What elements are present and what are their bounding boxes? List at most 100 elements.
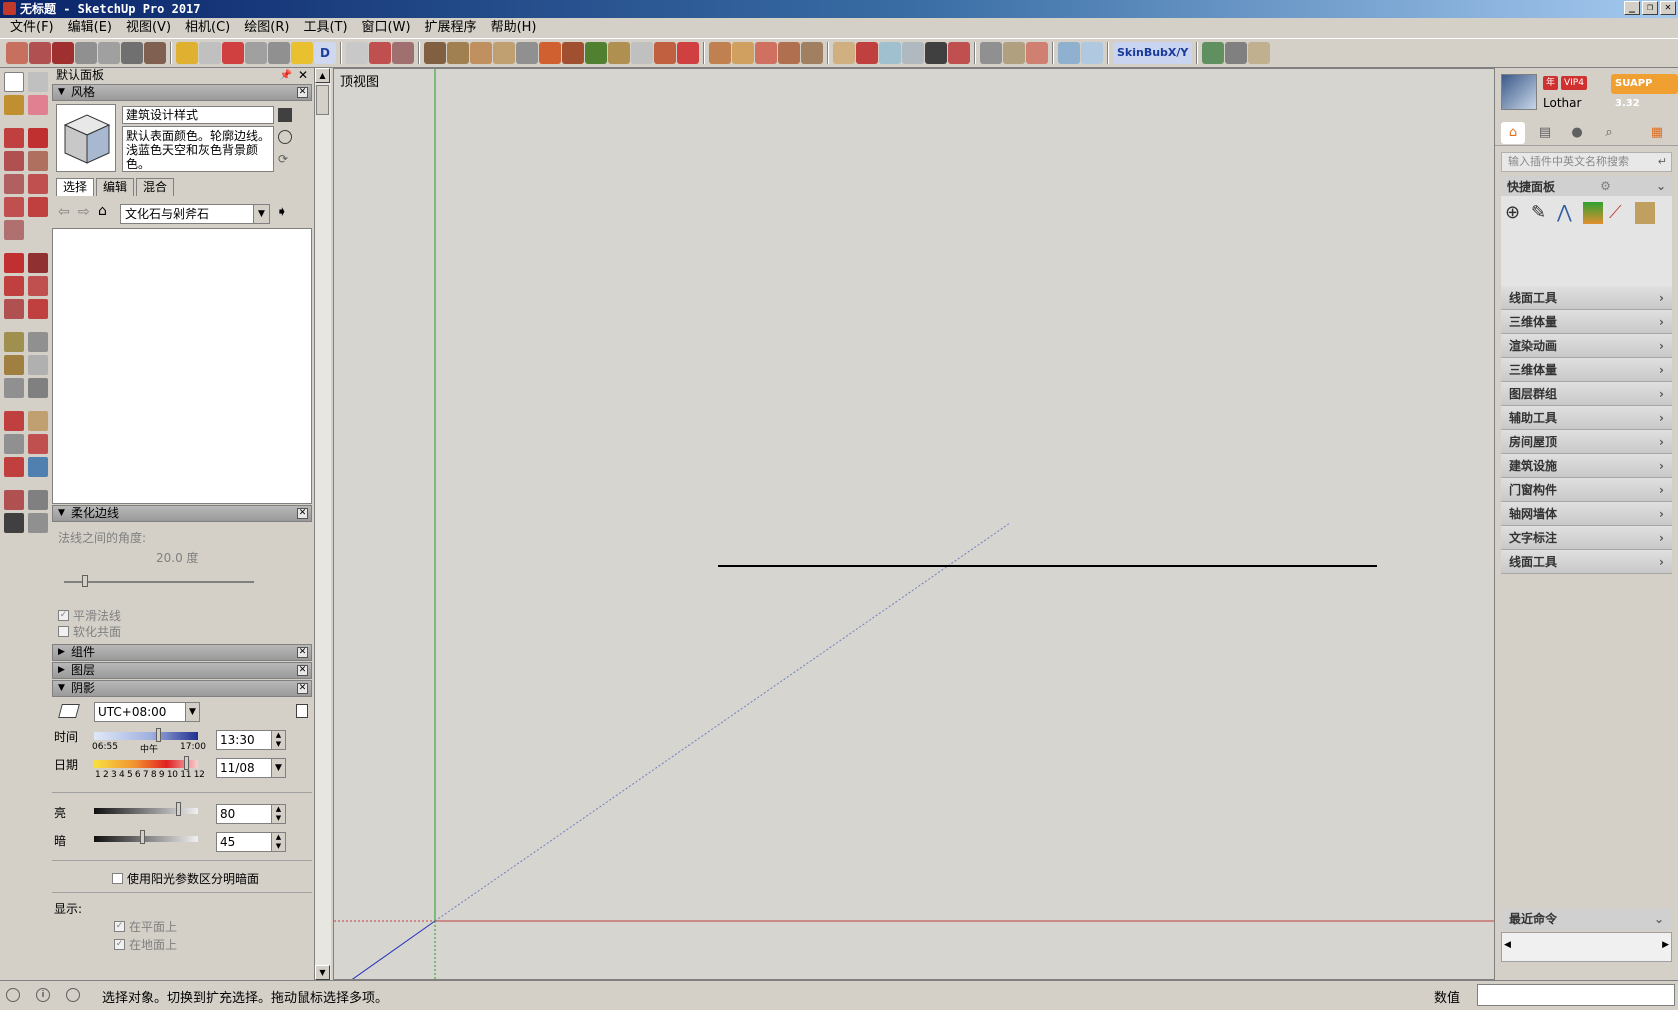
user-status-icon[interactable] [66, 988, 80, 1002]
pencil-icon[interactable] [778, 42, 800, 64]
plugin-search-input[interactable]: 输入插件中英文名称搜索 ↵ [1501, 152, 1672, 172]
time-slider[interactable] [94, 732, 198, 740]
3d-text-icon[interactable] [28, 378, 48, 398]
category-text-annotation[interactable]: 文字标注 › [1501, 526, 1672, 550]
layers-section-header[interactable]: ▶ 图层 ✕ [52, 662, 312, 679]
check-plugin-icon[interactable] [199, 42, 221, 64]
style-tool-icon[interactable] [6, 42, 28, 64]
menu-help[interactable]: 帮助(H) [485, 19, 543, 37]
menu-extensions[interactable]: 扩展程序 [419, 19, 483, 37]
texture-3-icon[interactable] [755, 42, 777, 64]
minimize-button[interactable]: _ [1624, 1, 1640, 15]
scroll-right-icon[interactable]: ▶ [1662, 940, 1669, 950]
chevron-down-icon[interactable]: ▼ [253, 205, 269, 223]
menu-tools[interactable]: 工具(T) [297, 19, 353, 37]
offset-icon[interactable] [98, 42, 120, 64]
date-slider[interactable] [94, 760, 198, 768]
section-icon[interactable] [144, 42, 166, 64]
close-button[interactable]: ✕ [1660, 1, 1676, 15]
pie-icon[interactable] [4, 220, 24, 240]
info-icon[interactable]: i [36, 988, 50, 1002]
expand-details-icon[interactable] [296, 704, 308, 718]
drawing-viewport[interactable]: 顶视图 [333, 68, 1495, 980]
category-3d-mass[interactable]: 三维体量 › [1501, 310, 1672, 334]
tray-close-icon[interactable]: ✕ [298, 68, 308, 83]
cross-icon[interactable] [948, 42, 970, 64]
xray-icon[interactable] [121, 42, 143, 64]
circle-icon[interactable] [28, 151, 48, 171]
tab-edit[interactable]: 编辑 [96, 178, 135, 196]
section-plane-icon[interactable] [28, 513, 48, 533]
category-layers-groups[interactable]: 图层群组 › [1501, 382, 1672, 406]
line-icon[interactable] [4, 128, 24, 148]
pan-icon[interactable] [28, 411, 48, 431]
style-name-field[interactable]: 建筑设计样式 [122, 106, 274, 124]
arc3-icon[interactable] [28, 197, 48, 217]
pointer-plugin-icon[interactable] [346, 42, 368, 64]
update-style-icon[interactable]: ⟳ [278, 152, 292, 166]
pen-tool-icon[interactable]: ✎ [1531, 202, 1551, 224]
move-icon[interactable] [4, 253, 24, 273]
grid-icon[interactable]: ▦ [1645, 122, 1669, 144]
tray-scrollbar[interactable]: ▲ ▼ [314, 68, 331, 980]
scroll-thumb[interactable] [316, 85, 329, 115]
user-name[interactable]: Lothar [1543, 96, 1581, 110]
text-icon[interactable] [28, 355, 48, 375]
mesh-icon[interactable] [1225, 42, 1248, 64]
dimension-icon[interactable] [28, 332, 48, 352]
freehand-icon[interactable] [28, 128, 48, 148]
box-light-icon[interactable] [1081, 42, 1103, 64]
zoom-icon[interactable] [4, 434, 24, 454]
light-slider-thumb[interactable] [176, 802, 181, 816]
dark-input[interactable]: 45 ▲ ▼ [216, 832, 286, 852]
dark-slider[interactable] [94, 836, 198, 842]
gear-icon[interactable]: ⚙ [1600, 179, 1611, 193]
back-arrow-icon[interactable]: ⇦ [58, 204, 70, 220]
restore-button[interactable]: ❐ [1642, 1, 1658, 15]
zoom-window-icon[interactable] [28, 434, 48, 454]
arc2-icon[interactable] [4, 197, 24, 217]
soften-section-header[interactable]: ▼ 柔化边线 ✕ [52, 505, 312, 522]
recent-commands-list[interactable]: ◀ ▶ [1501, 932, 1672, 962]
eraser-icon[interactable] [28, 95, 48, 115]
enter-icon[interactable]: ↵ [1658, 153, 1667, 171]
scroll-up-arrow-icon[interactable]: ▲ [315, 68, 330, 83]
plate-icon[interactable] [1026, 42, 1048, 64]
scroll-left-icon[interactable]: ◀ [1504, 940, 1511, 950]
shadows-section-header[interactable]: ▼ 阴影 ✕ [52, 680, 312, 697]
extrude-j-icon[interactable] [654, 42, 676, 64]
scale-icon[interactable] [4, 299, 24, 319]
measurements-input[interactable] [1477, 984, 1675, 1006]
offset-tool-icon[interactable] [28, 299, 48, 319]
checkbox-box[interactable] [58, 626, 69, 637]
on-ground-checkbox[interactable]: ✓ 在地面上 [114, 936, 177, 953]
light-input[interactable]: 80 ▲ ▼ [216, 804, 286, 824]
extrude-x-icon[interactable] [539, 42, 561, 64]
category-line-tools-2[interactable]: 线面工具 › [1501, 550, 1672, 574]
dark-slider-thumb[interactable] [140, 830, 145, 844]
create-style-icon[interactable] [278, 130, 292, 144]
gear-tool-icon[interactable] [392, 42, 414, 64]
rotate-icon[interactable] [4, 276, 24, 296]
category-line-tools[interactable]: 线面工具 › [1501, 286, 1672, 310]
section-close-icon[interactable]: ✕ [297, 647, 308, 658]
slash-icon[interactable]: ⟋ [1609, 202, 1629, 224]
menu-file[interactable]: 文件(F) [4, 19, 60, 37]
checkbox-box[interactable] [112, 873, 123, 884]
arc-icon[interactable] [516, 42, 538, 64]
texture-2-icon[interactable] [732, 42, 754, 64]
section-close-icon[interactable]: ✕ [297, 665, 308, 676]
select-arrow-icon[interactable] [4, 72, 24, 92]
shell-icon[interactable] [1248, 42, 1271, 64]
section-close-icon[interactable]: ✕ [297, 683, 308, 694]
pin-icon[interactable]: 📌 [280, 68, 292, 83]
menu-view[interactable]: 视图(V) [120, 19, 177, 37]
time-spinner[interactable]: ▲ ▼ [271, 731, 285, 749]
fire-icon[interactable] [856, 42, 878, 64]
rectangle-icon[interactable] [4, 151, 24, 171]
zoom-extents-icon[interactable] [4, 457, 24, 477]
checkbox-box[interactable]: ✓ [58, 610, 69, 621]
date-slider-thumb[interactable] [184, 756, 189, 770]
scroll-down-arrow-icon[interactable]: ▼ [315, 965, 330, 980]
polygon-icon[interactable] [4, 174, 24, 194]
